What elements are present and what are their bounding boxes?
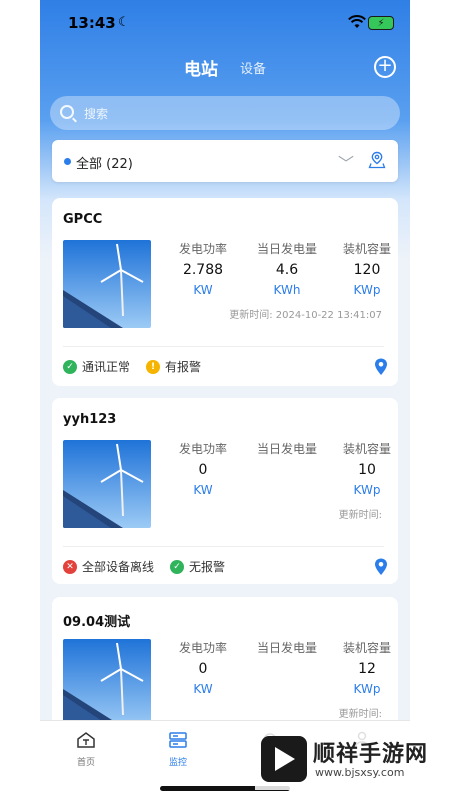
metric-label: 发电功率 [178, 242, 227, 256]
metric-unit: KW [193, 682, 213, 696]
metric-unit: KWp [353, 483, 381, 497]
status-row: ✕ 全部设备离线 ✓ 无报警 [63, 558, 241, 575]
app-screen: 13:43 ☾ ⚡ 电站 设备 + 搜索 全部 (22) ﹀ GPCC 发电功率… [40, 0, 410, 800]
metric-value: 12 [358, 661, 376, 677]
tab-device[interactable]: 设备 [240, 58, 266, 77]
metric-label: 发电功率 [178, 641, 227, 655]
nav-monitor[interactable]: 监控 [148, 731, 208, 768]
nav-label: 首页 [76, 758, 95, 768]
metric-value [244, 661, 330, 679]
metric-label: 当日发电量 [256, 442, 317, 456]
station-thumbnail [63, 440, 151, 528]
metric-value: 120 [353, 262, 381, 278]
metric-capacity: 装机容量 10 KWp [324, 440, 410, 499]
wifi-icon [348, 15, 366, 28]
filter-dot [64, 158, 71, 165]
update-time: 更新时间: [338, 709, 382, 720]
metric-value: 2.788 [182, 262, 224, 278]
watermark-logo-icon [261, 736, 307, 782]
metric-capacity: 装机容量 120 KWp [324, 240, 410, 299]
filter-bar[interactable]: 全部 (22) ﹀ [52, 140, 398, 182]
moon-icon: ☾ [118, 15, 130, 30]
status-time: 13:43 [68, 14, 116, 32]
home-icon [77, 732, 95, 748]
metric-label: 当日发电量 [256, 242, 317, 256]
metric-daily-energy: 当日发电量 4.6 KWh [244, 240, 330, 299]
metric-unit: KWp [353, 682, 381, 696]
metric-value: 10 [358, 462, 376, 478]
metric-unit [244, 682, 330, 698]
status-row: ✓ 通讯正常 ! 有报警 [63, 358, 217, 375]
alarm-status-text: 有报警 [165, 360, 202, 374]
metric-capacity: 装机容量 12 KWp [324, 639, 410, 698]
search-input[interactable]: 搜索 [50, 96, 400, 130]
filter-label: 全部 (22) [76, 157, 133, 172]
tab-station[interactable]: 电站 [184, 55, 218, 80]
metric-value: 0 [198, 661, 208, 677]
metric-power: 发电功率 0 KW [160, 440, 246, 499]
alarm-status-text: 无报警 [189, 560, 226, 574]
header: 电站 设备 + [40, 52, 410, 82]
station-name: yyh123 [63, 412, 117, 427]
search-placeholder: 搜索 [84, 107, 109, 121]
metric-unit: KW [193, 483, 213, 497]
metric-value: 0 [198, 462, 208, 478]
divider [63, 346, 384, 347]
search-icon [60, 105, 74, 119]
status-bar: 13:43 ☾ ⚡ [40, 12, 410, 36]
update-time: 更新时间: [338, 510, 382, 521]
metric-unit [244, 483, 330, 499]
alarm-status: ✓ 无报警 [170, 558, 225, 575]
alarm-status: ! 有报警 [146, 358, 201, 375]
nav-home[interactable]: 首页 [56, 731, 116, 768]
battery-icon: ⚡ [368, 16, 394, 30]
chevron-down-icon[interactable]: ﹀ [338, 150, 354, 174]
metric-label: 发电功率 [178, 442, 227, 456]
metric-label: 装机容量 [342, 242, 391, 256]
divider [63, 546, 384, 547]
metric-value: 4.6 [275, 262, 299, 278]
metric-daily-energy: 当日发电量 [244, 639, 330, 698]
update-time: 更新时间: 2024-10-22 13:41:07 [229, 310, 382, 321]
station-thumbnail [63, 240, 151, 328]
metric-daily-energy: 当日发电量 [244, 440, 330, 499]
metric-power: 发电功率 2.788 KW [160, 240, 246, 299]
station-name: GPCC [63, 212, 103, 227]
metric-unit: KW [193, 283, 213, 297]
metric-label: 装机容量 [342, 641, 391, 655]
watermark-title: 顺祥手游网 [313, 742, 429, 767]
location-pin-icon[interactable] [374, 358, 388, 376]
station-name: 09.04测试 [63, 615, 131, 630]
check-circle-icon: ✓ [170, 559, 185, 574]
map-location-icon[interactable] [368, 151, 386, 169]
metric-unit: KWh [273, 283, 301, 297]
comm-status: ✓ 通讯正常 [63, 358, 130, 375]
watermark: 顺祥手游网 www.bjsxsy.com [255, 730, 445, 790]
watermark-url: www.bjsxsy.com [315, 766, 405, 779]
comm-status-text: 通讯正常 [82, 360, 131, 374]
metric-unit: KWp [353, 283, 381, 297]
metric-label: 装机容量 [342, 442, 391, 456]
metric-power: 发电功率 0 KW [160, 639, 246, 698]
station-thumbnail [63, 639, 151, 727]
metric-label: 当日发电量 [256, 641, 317, 655]
check-circle-icon: ✓ [63, 359, 77, 374]
monitor-icon [169, 732, 187, 748]
comm-status-text: 全部设备离线 [82, 560, 155, 574]
error-circle-icon: ✕ [63, 559, 77, 574]
comm-status: ✕ 全部设备离线 [63, 558, 154, 575]
location-pin-icon[interactable] [374, 558, 388, 576]
alert-circle-icon: ! [146, 359, 161, 374]
metric-value [244, 462, 330, 480]
station-card[interactable]: GPCC 发电功率 2.788 KW 当日发电量 4.6 KWh 装机容量 12… [52, 198, 398, 386]
add-icon[interactable]: + [374, 56, 396, 78]
nav-label: 监控 [168, 758, 187, 768]
station-card[interactable]: yyh123 发电功率 0 KW 当日发电量 装机容量 10 KWp 更新时间:… [52, 398, 398, 584]
